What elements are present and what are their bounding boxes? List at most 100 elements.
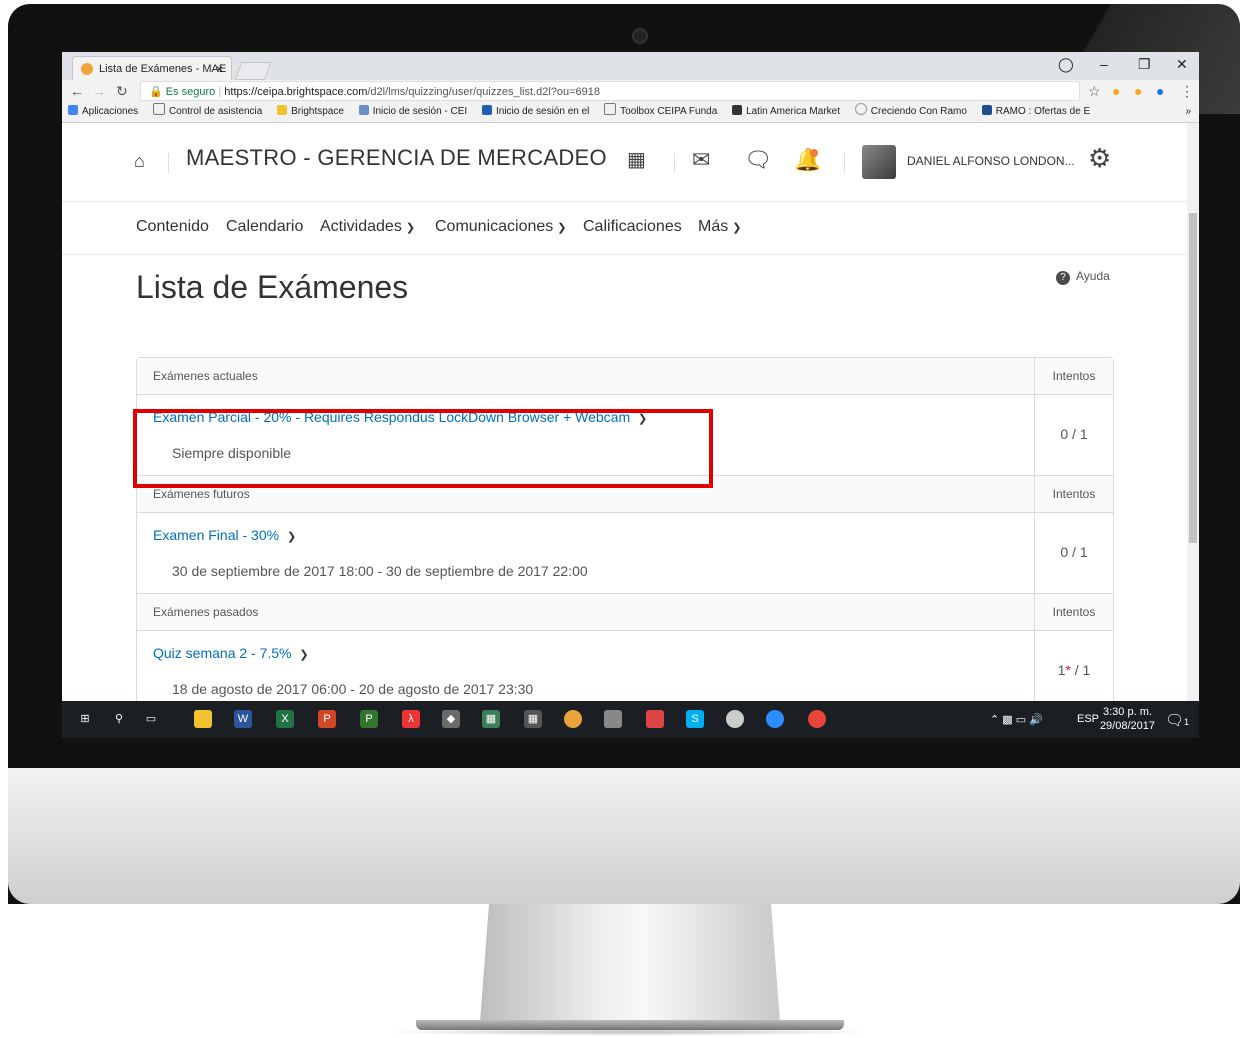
calculator-icon[interactable]: ▦ xyxy=(524,710,542,728)
apps-grid-icon xyxy=(68,105,78,115)
user-name[interactable]: DANIEL ALFONSO LONDON... xyxy=(907,154,1075,168)
extension-icon[interactable]: ● xyxy=(1156,80,1164,102)
word-icon[interactable]: W xyxy=(234,710,252,728)
quiz-link[interactable]: Quiz semana 2 - 7.5% ❯ xyxy=(153,645,309,661)
course-menu: Contenido Calendario Actividades ❯ Comuni… xyxy=(62,202,1187,255)
site-icon xyxy=(358,105,369,115)
menu-calendario[interactable]: Calendario xyxy=(226,218,303,236)
section-header: Exámenes actuales Intentos xyxy=(137,358,1113,395)
bookmark-item[interactable]: Toolbox CEIPA Funda xyxy=(604,102,717,122)
app-icon[interactable]: ◆ xyxy=(442,710,460,728)
restore-icon[interactable]: ❐ xyxy=(1138,56,1151,73)
url-field[interactable]: 🔒 Es seguro | https://ceipa.brightspace.… xyxy=(140,81,1080,101)
quiz-availability: 18 de agosto de 2017 06:00 - 20 de agost… xyxy=(172,681,534,697)
extension-icon[interactable]: ● xyxy=(1134,80,1142,102)
folder-icon xyxy=(277,105,288,115)
bookmark-item[interactable]: Creciendo Con Ramo xyxy=(854,102,967,122)
app-icon[interactable]: ▦ xyxy=(482,710,500,728)
close-window-icon[interactable]: ✕ xyxy=(1176,56,1188,73)
quiz-row: Examen Final - 30% ❯ 30 de septiembre de… xyxy=(137,513,1113,594)
avatar[interactable] xyxy=(862,145,896,179)
address-bar-row: ← → ↻ 🔒 Es seguro | https://ceipa.bright… xyxy=(62,80,1199,102)
bookmark-item[interactable]: Brightspace xyxy=(277,102,344,122)
page-title: Lista de Exámenes xyxy=(136,269,409,305)
app-icon[interactable] xyxy=(604,710,622,728)
notification-dot xyxy=(810,149,818,157)
tab-close-icon[interactable]: × xyxy=(216,57,223,80)
attempts-heading: Intentos xyxy=(1034,358,1113,394)
forward-icon[interactable]: → xyxy=(92,80,106,102)
menu-calificaciones[interactable]: Calificaciones xyxy=(583,218,682,236)
quiz-attempts: 1* / 1 xyxy=(1034,631,1113,701)
monitor-stand xyxy=(480,904,780,1022)
project-icon[interactable]: P xyxy=(360,710,378,728)
page-icon xyxy=(604,103,617,115)
menu-contenido[interactable]: Contenido xyxy=(136,218,209,236)
search-icon[interactable]: ⚲ xyxy=(110,710,128,728)
task-view-icon[interactable]: ▭ xyxy=(142,710,160,728)
reload-icon[interactable]: ↻ xyxy=(116,80,128,102)
help-link[interactable]: ? Ayuda xyxy=(1056,269,1110,285)
profile-icon[interactable]: ◯ xyxy=(1058,56,1074,73)
brightspace-favicon-icon xyxy=(81,63,93,75)
chevron-down-icon[interactable]: ❯ xyxy=(299,649,308,661)
bookmark-item[interactable]: Control de asistencia xyxy=(152,102,262,122)
apps-grid-icon[interactable]: ▦ xyxy=(627,147,646,172)
page-scrollbar[interactable] xyxy=(1187,123,1199,701)
browser-tab[interactable]: Lista de Exámenes - MAE × xyxy=(72,56,232,80)
skype-icon[interactable]: S xyxy=(686,710,704,728)
chrome-icon[interactable] xyxy=(808,710,826,728)
help-icon: ? xyxy=(1056,271,1070,285)
extension-icon[interactable]: ● xyxy=(1112,80,1120,102)
bookmark-item[interactable]: RAMO : Ofertas de E xyxy=(981,102,1090,122)
language-indicator[interactable]: ESP xyxy=(1077,713,1099,725)
chevron-down-icon[interactable]: ❯ xyxy=(287,531,296,543)
bookmark-item[interactable]: Latin America Market xyxy=(732,102,840,122)
bookmark-item[interactable]: Aplicaciones xyxy=(68,102,138,122)
excel-icon[interactable]: X xyxy=(276,710,294,728)
quiz-availability: 30 de septiembre de 2017 18:00 - 30 de s… xyxy=(172,563,588,579)
section-heading: Exámenes actuales xyxy=(153,369,258,383)
zoom-icon[interactable] xyxy=(766,710,784,728)
windows-start-icon[interactable]: ⊞ xyxy=(76,710,94,728)
quiz-link[interactable]: Examen Final - 30% ❯ xyxy=(153,527,296,543)
minimize-icon[interactable]: – xyxy=(1100,56,1108,72)
bookmark-item[interactable]: Inicio de sesión en el xyxy=(481,102,589,122)
back-icon[interactable]: ← xyxy=(70,80,84,102)
mail-icon[interactable]: ✉ xyxy=(692,147,710,173)
file-explorer-icon[interactable] xyxy=(194,710,212,728)
scrollbar-thumb[interactable] xyxy=(1189,213,1197,543)
menu-actividades[interactable]: Actividades ❯ xyxy=(320,218,415,236)
notification-center-icon[interactable]: 🗨1 xyxy=(1165,711,1189,729)
tab-title: Lista de Exámenes - MAE xyxy=(99,63,227,75)
tray-icons[interactable]: ⌃ ▩ ▭ 🔊 xyxy=(990,713,1043,726)
windows-taskbar: ⊞ ⚲ ▭ W X P P λ ◆ ▦ ▦ S ⌃ ▩ ▭ 🔊 ESP 3:30… xyxy=(62,701,1199,738)
home-icon[interactable]: ⌂ xyxy=(134,151,145,172)
chat-icon[interactable]: 🗨 xyxy=(744,147,772,173)
cube-icon xyxy=(732,105,743,115)
app-icon[interactable] xyxy=(646,710,664,728)
lock-icon: 🔒 xyxy=(149,86,163,98)
app-icon[interactable] xyxy=(564,710,582,728)
divider xyxy=(674,153,675,173)
bookmarks-bar: Aplicaciones Control de asistencia Brigh… xyxy=(62,102,1199,123)
chevron-down-icon: ❯ xyxy=(732,222,742,234)
bookmark-item[interactable]: Inicio de sesión - CEI xyxy=(358,102,467,122)
attempts-heading: Intentos xyxy=(1034,476,1113,512)
divider xyxy=(168,153,169,173)
new-tab-button[interactable] xyxy=(234,62,272,80)
chevron-down-icon: ❯ xyxy=(405,222,416,234)
clock[interactable]: 3:30 p. m. 29/08/2017 xyxy=(1100,705,1155,733)
browser-menu-icon[interactable]: ⋮ xyxy=(1180,80,1194,102)
star-icon[interactable]: ☆ xyxy=(1088,80,1101,102)
powerpoint-icon[interactable]: P xyxy=(318,710,336,728)
bookmarks-overflow[interactable]: » xyxy=(1185,102,1191,122)
course-title[interactable]: MAESTRO - GERENCIA DE MERCADEO xyxy=(186,145,607,171)
page-icon xyxy=(152,103,165,115)
menu-comunicaciones[interactable]: Comunicaciones ❯ xyxy=(435,218,567,236)
gear-icon[interactable]: ⚙ xyxy=(1088,143,1111,174)
app-icon[interactable] xyxy=(726,710,744,728)
secure-label: Es seguro xyxy=(165,86,216,98)
menu-mas[interactable]: Más ❯ xyxy=(698,218,741,236)
acrobat-icon[interactable]: λ xyxy=(402,710,420,728)
